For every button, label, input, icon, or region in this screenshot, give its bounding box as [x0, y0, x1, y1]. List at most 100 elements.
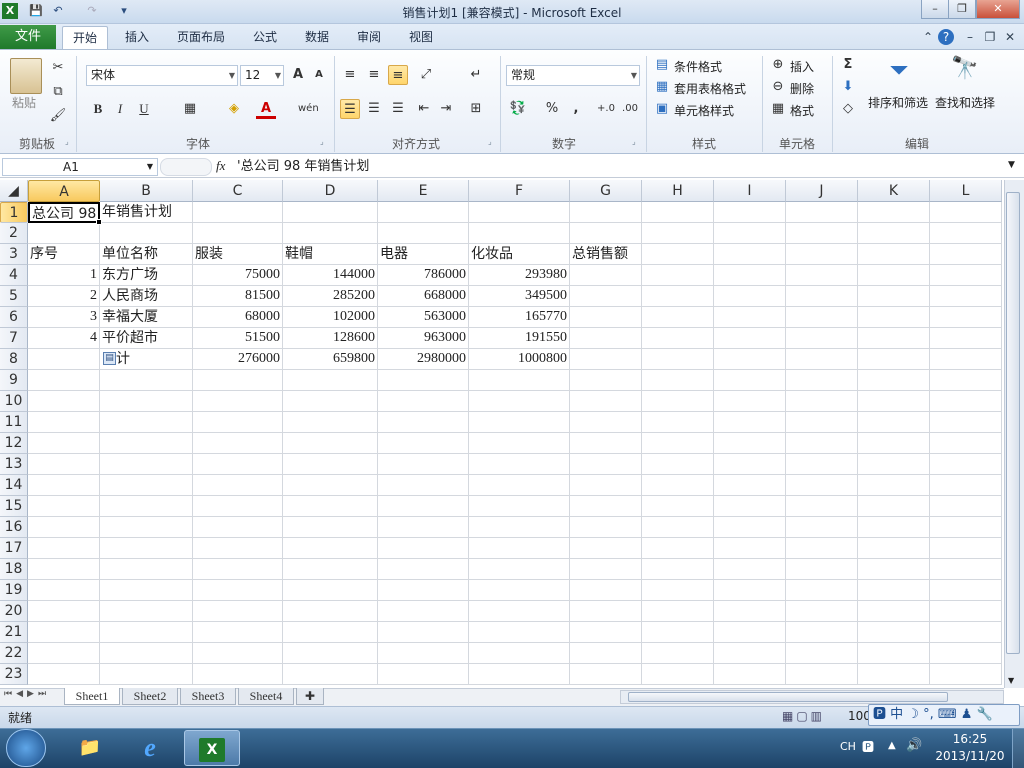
cell-j13[interactable] [786, 454, 858, 475]
cell-k6[interactable] [858, 307, 930, 328]
row-header[interactable]: 12 [0, 433, 28, 454]
cell-g5[interactable] [570, 286, 642, 307]
file-tab[interactable]: 文件 [0, 25, 56, 49]
cell-h9[interactable] [642, 370, 714, 391]
find-select-button[interactable]: 查找和选择 [935, 94, 995, 111]
cell-k11[interactable] [858, 412, 930, 433]
align-top-icon[interactable]: ≡ [340, 65, 360, 85]
align-center-icon[interactable]: ☰ [364, 99, 384, 119]
tab-formulas[interactable]: 公式 [244, 26, 286, 49]
cell-e14[interactable] [378, 475, 469, 496]
workbook-minimize-icon[interactable]: – [962, 29, 978, 45]
cell-a10[interactable] [28, 391, 100, 412]
cell-i4[interactable] [714, 265, 786, 286]
workbook-close-icon[interactable]: ✕ [1002, 29, 1018, 45]
cell-i11[interactable] [714, 412, 786, 433]
accounting-format-icon[interactable]: 💱 [508, 99, 528, 119]
cell-i5[interactable] [714, 286, 786, 307]
cell-e15[interactable] [378, 496, 469, 517]
cell-d15[interactable] [283, 496, 378, 517]
column-header[interactable]: G [570, 180, 642, 202]
cell-a12[interactable] [28, 433, 100, 454]
format-painter-icon[interactable]: 🖌 [48, 106, 68, 126]
fill-icon[interactable]: ⬇ [838, 77, 858, 97]
cell-c23[interactable] [193, 664, 283, 685]
help-icon[interactable]: ? [938, 29, 954, 45]
cell-k19[interactable] [858, 580, 930, 601]
ime-tools-icons[interactable]: ☽ °, ⌨ ♟ 🔧 [907, 707, 992, 722]
cell-k15[interactable] [858, 496, 930, 517]
cell-i2[interactable] [714, 223, 786, 244]
cell-l1[interactable] [930, 202, 1002, 223]
cell-g13[interactable] [570, 454, 642, 475]
alignment-launcher-icon[interactable]: ⌟ [488, 137, 498, 147]
cell-l8[interactable] [930, 349, 1002, 370]
percent-style-button[interactable]: % [542, 99, 562, 119]
view-mode-icons[interactable]: ▦▢▥ [782, 709, 838, 725]
borders-icon[interactable]: ▦ [180, 99, 200, 119]
cell-f21[interactable] [469, 622, 570, 643]
cell-i20[interactable] [714, 601, 786, 622]
row-header[interactable]: 14 [0, 475, 28, 496]
sort-filter-button[interactable]: 排序和筛选 [868, 94, 928, 111]
cell-e12[interactable] [378, 433, 469, 454]
cell-i21[interactable] [714, 622, 786, 643]
tab-data[interactable]: 数据 [296, 26, 338, 49]
cell-h4[interactable] [642, 265, 714, 286]
cell-g4[interactable] [570, 265, 642, 286]
cell-h11[interactable] [642, 412, 714, 433]
align-middle-icon[interactable]: ≡ [364, 65, 384, 85]
row-header[interactable]: 4 [0, 265, 28, 286]
cell-i7[interactable] [714, 328, 786, 349]
cell-k7[interactable] [858, 328, 930, 349]
cell-g3[interactable]: 总销售额 [570, 244, 642, 265]
cell-j9[interactable] [786, 370, 858, 391]
cell-a19[interactable] [28, 580, 100, 601]
shrink-font-icon[interactable]: A [309, 65, 329, 85]
clock-date[interactable]: 2013/11/20 [934, 749, 1006, 763]
cell-g2[interactable] [570, 223, 642, 244]
cell-h8[interactable] [642, 349, 714, 370]
cell-g11[interactable] [570, 412, 642, 433]
column-header[interactable]: K [858, 180, 930, 202]
orientation-icon[interactable]: ⤢ [416, 65, 436, 85]
cell-f13[interactable] [469, 454, 570, 475]
cell-c15[interactable] [193, 496, 283, 517]
cell-j7[interactable] [786, 328, 858, 349]
underline-button[interactable]: U [134, 99, 154, 119]
cell-k12[interactable] [858, 433, 930, 454]
cell-g19[interactable] [570, 580, 642, 601]
minimize-button[interactable]: – [921, 0, 949, 19]
show-desktop-button[interactable] [1012, 729, 1024, 768]
cell-i10[interactable] [714, 391, 786, 412]
italic-button[interactable]: I [110, 99, 130, 119]
cell-j4[interactable] [786, 265, 858, 286]
tab-insert[interactable]: 插入 [116, 26, 158, 49]
cell-j20[interactable] [786, 601, 858, 622]
cell-styles-button[interactable]: 单元格样式 [674, 102, 734, 119]
cell-l13[interactable] [930, 454, 1002, 475]
cell-g21[interactable] [570, 622, 642, 643]
clock-time[interactable]: 16:25 [940, 732, 1000, 746]
cell-f8[interactable]: 1000800 [469, 349, 570, 370]
cell-d8[interactable]: 659800 [283, 349, 378, 370]
vertical-scroll-thumb[interactable] [1006, 192, 1020, 654]
cell-i18[interactable] [714, 559, 786, 580]
tab-page-layout[interactable]: 页面布局 [170, 26, 232, 49]
cell-h15[interactable] [642, 496, 714, 517]
column-header[interactable]: C [193, 180, 283, 202]
wrap-text-icon[interactable]: ↵ [466, 65, 486, 85]
cell-d1[interactable] [283, 202, 378, 223]
cell-g8[interactable] [570, 349, 642, 370]
cell-j21[interactable] [786, 622, 858, 643]
cell-c22[interactable] [193, 643, 283, 664]
cell-h6[interactable] [642, 307, 714, 328]
cell-e3[interactable]: 电器 [378, 244, 469, 265]
row-header[interactable]: 2 [0, 223, 28, 244]
cell-a11[interactable] [28, 412, 100, 433]
cell-h2[interactable] [642, 223, 714, 244]
cell-f11[interactable] [469, 412, 570, 433]
cell-b13[interactable] [100, 454, 193, 475]
cell-b9[interactable] [100, 370, 193, 391]
number-launcher-icon[interactable]: ⌟ [632, 137, 642, 147]
